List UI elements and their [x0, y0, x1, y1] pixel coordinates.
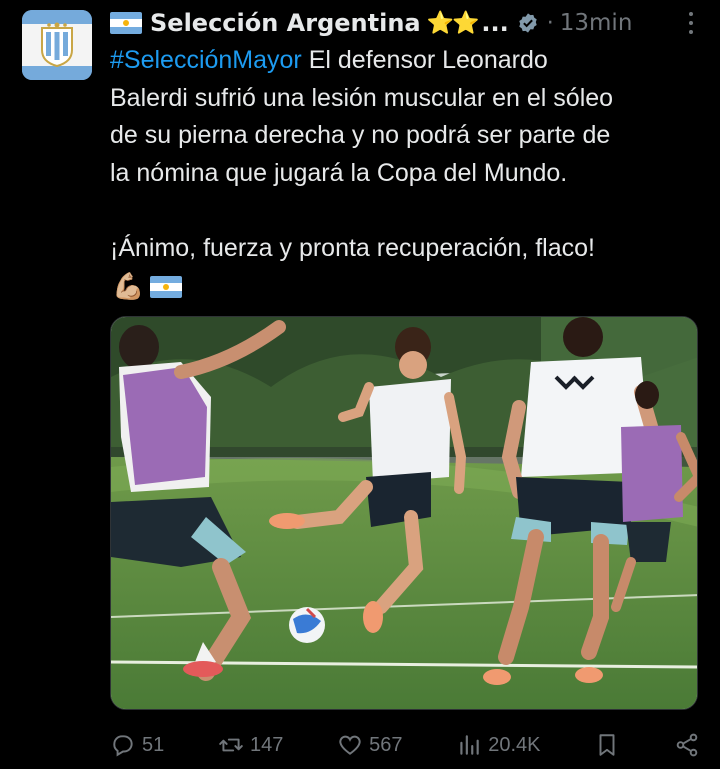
tweet-text-line-3: de su pierna derecha y no podrá ser part… [110, 121, 611, 149]
bookmark-icon [599, 734, 615, 756]
retweet-icon [219, 738, 243, 752]
retweet-button[interactable]: 147 [218, 732, 283, 758]
tweet-text: #SelecciónMayor El defensor Leonardo Bal… [110, 42, 700, 267]
like-count: 567 [369, 733, 403, 756]
afa-crest-icon [41, 22, 73, 68]
tweet-text-line-1: El defensor Leonardo [301, 46, 548, 74]
training-photo [111, 317, 697, 709]
views-icon [460, 735, 479, 755]
views-button[interactable]: 20.4K [456, 732, 540, 758]
tweet-photo[interactable] [110, 316, 698, 710]
time-separator: · [546, 10, 554, 36]
name-ellipsis: ... [481, 9, 509, 37]
tweet-header: Selección Argentina ⭐⭐ ... · 13min [110, 6, 700, 40]
argentina-flag-icon [110, 12, 142, 34]
reply-button[interactable]: 51 [110, 732, 164, 758]
retweet-count: 147 [249, 733, 284, 756]
reply-count: 51 [142, 733, 165, 756]
bookmark-button[interactable] [594, 732, 620, 758]
share-button[interactable] [674, 732, 700, 758]
timestamp[interactable]: 13min [560, 10, 633, 36]
star-icon: ⭐⭐ [426, 10, 480, 36]
tweet-text-line-4: la nómina que jugará la Copa del Mundo. [110, 158, 568, 187]
like-icon [339, 735, 361, 755]
more-options-icon[interactable] [688, 12, 694, 34]
argentina-flag-icon [150, 276, 183, 298]
emoji-row: 💪🏼 [112, 272, 183, 302]
avatar[interactable] [22, 10, 92, 80]
verified-badge-icon[interactable] [517, 12, 539, 34]
like-button[interactable]: 567 [337, 732, 402, 758]
flexed-biceps-icon: 💪🏼 [112, 272, 145, 302]
hashtag-link[interactable]: #SelecciónMayor [110, 46, 302, 74]
account-name[interactable]: Selección Argentina [150, 9, 421, 37]
tweet-text-line-2: Balerdi sufrió una lesión muscular en el… [110, 83, 614, 112]
reply-icon [113, 735, 133, 757]
share-icon [676, 733, 698, 757]
tweet-action-bar: 51 147 567 20.4K [110, 725, 700, 765]
views-count: 20.4K [488, 733, 541, 756]
tweet-text-line-5: ¡Ánimo, fuerza y pronta recuperación, fl… [110, 233, 595, 262]
